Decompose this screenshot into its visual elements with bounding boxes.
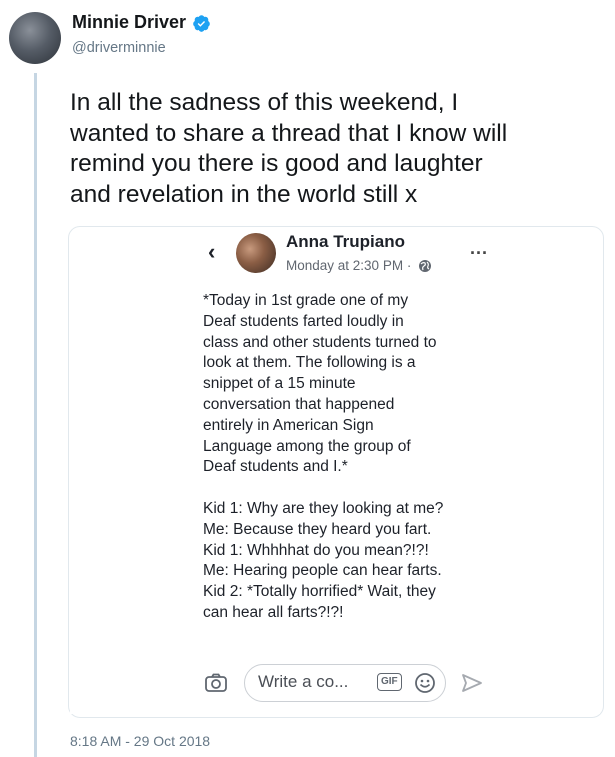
tweet-timestamp[interactable]: 8:18 AM - 29 Oct 2018 bbox=[70, 733, 210, 749]
verified-badge-icon bbox=[193, 15, 210, 32]
post-timestamp: Monday at 2:30 PM · bbox=[286, 258, 412, 273]
camera-icon bbox=[205, 673, 227, 692]
comment-placeholder: Write a co... bbox=[258, 672, 349, 691]
post-author-avatar bbox=[236, 233, 276, 273]
globe-icon bbox=[419, 260, 432, 272]
author-handle[interactable]: @driverminnie bbox=[72, 40, 166, 56]
post-body-text: *Today in 1st grade one of my Deaf stude… bbox=[203, 292, 444, 621]
send-icon bbox=[462, 674, 482, 692]
gif-icon: GIF bbox=[377, 673, 402, 691]
emoji-icon bbox=[415, 673, 435, 693]
more-options-icon: ... bbox=[470, 238, 489, 258]
author-avatar[interactable] bbox=[9, 12, 61, 64]
post-author-name: Anna Trupiano bbox=[286, 232, 405, 251]
author-name[interactable]: Minnie Driver bbox=[72, 12, 186, 33]
back-chevron-icon: ‹ bbox=[208, 239, 216, 264]
tweet-text: In all the sadness of this weekend, I wa… bbox=[70, 89, 508, 208]
thread-connector-line bbox=[34, 73, 37, 757]
post-meta: Monday at 2:30 PM · bbox=[286, 258, 432, 273]
